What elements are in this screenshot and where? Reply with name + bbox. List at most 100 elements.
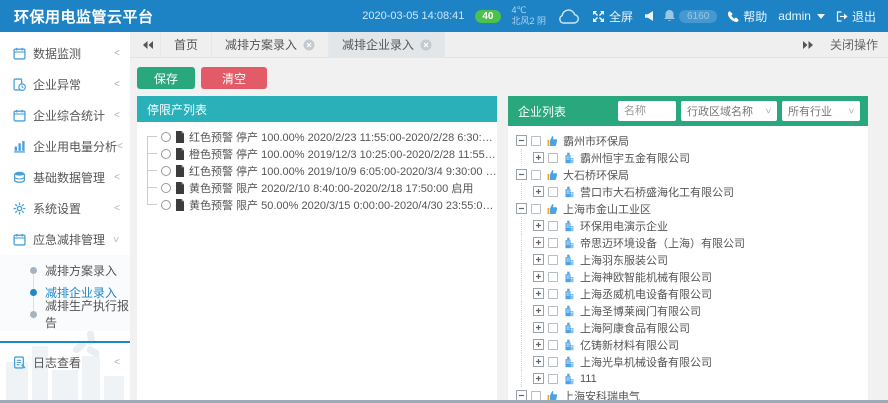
tab[interactable]: 首页: [160, 32, 211, 58]
node-label: 上海神欧智能机械有限公司: [580, 269, 712, 285]
company-tree-row[interactable]: 亿铸新材料有限公司: [508, 336, 868, 353]
checkbox[interactable]: [548, 272, 558, 282]
company-tree-row[interactable]: 上海羽东服装公司: [508, 251, 868, 268]
enterprise-panel-header: 企业列表 行政区域名称 < 所有行业 <: [508, 96, 868, 126]
checkbox[interactable]: [531, 391, 541, 401]
expand-icon[interactable]: [533, 356, 544, 367]
document-icon: [175, 182, 185, 194]
company-tree-row[interactable]: 上海丞威机电设备有限公司: [508, 285, 868, 302]
production-limit-row[interactable]: 红色预警 停产 100.00% 2020/2/23 11:55:00-2020/…: [137, 128, 497, 145]
company-tree-row[interactable]: 上海阿康食品有限公司: [508, 319, 868, 336]
save-button[interactable]: 保存: [137, 67, 195, 89]
sidebar-subitem[interactable]: 减排方案录入: [0, 259, 130, 281]
company-tree-row[interactable]: 环保用电演示企业: [508, 217, 868, 234]
radio-button[interactable]: [161, 166, 171, 176]
tab-label: 减排企业录入: [342, 36, 414, 53]
notification-bell[interactable]: 6160: [664, 10, 717, 23]
row-label: 黄色预警 限产 2020/2/10 8:40:00-2020/2/18 17:5…: [189, 180, 473, 196]
sidebar-item[interactable]: 应急减排管理<: [0, 224, 130, 255]
company-tree-row[interactable]: 营口市大石桥盛海化工有限公司: [508, 183, 868, 200]
chevron-left-icon: <: [114, 79, 120, 90]
collapse-icon[interactable]: [516, 169, 527, 180]
sidebar-item-label: 应急减排管理: [33, 231, 105, 248]
collapse-icon[interactable]: [516, 203, 527, 214]
node-label: 上海光阜机械设备有限公司: [580, 354, 712, 370]
checkbox[interactable]: [548, 153, 558, 163]
expand-icon[interactable]: [533, 271, 544, 282]
tab-close-icon[interactable]: [303, 39, 315, 51]
scroll-tabs-right-button[interactable]: [796, 40, 820, 50]
checkbox[interactable]: [548, 357, 558, 367]
sidebar-item[interactable]: 企业综合统计<: [0, 100, 130, 131]
document-icon: [175, 131, 185, 143]
checkbox[interactable]: [531, 170, 541, 180]
expand-icon[interactable]: [533, 186, 544, 197]
node-label: 霸州恒宇五金有限公司: [580, 150, 690, 166]
scroll-tabs-left-button[interactable]: [136, 40, 160, 50]
sidebar-item[interactable]: 数据监测<: [0, 38, 130, 69]
collapse-icon[interactable]: [516, 135, 527, 146]
checkbox[interactable]: [548, 221, 558, 231]
close-operations-menu[interactable]: 关闭操作: [830, 36, 878, 53]
bell-icon: [664, 10, 675, 22]
checkbox[interactable]: [548, 255, 558, 265]
checkbox[interactable]: [548, 187, 558, 197]
company-tree-row[interactable]: 上海圣博莱阀门有限公司: [508, 302, 868, 319]
company-tree-row[interactable]: 上海光阜机械设备有限公司: [508, 353, 868, 370]
checkbox[interactable]: [548, 340, 558, 350]
user-menu[interactable]: admin: [778, 9, 825, 23]
radio-button[interactable]: [161, 132, 171, 142]
production-limit-row[interactable]: 橙色预警 停产 100.00% 2019/12/3 10:25:00-2020/…: [137, 145, 497, 162]
expand-icon[interactable]: [533, 373, 544, 384]
sidebar-item[interactable]: 系统设置<: [0, 193, 130, 224]
clock: 2020-03-05 14:08:41: [362, 10, 464, 22]
tab-close-icon[interactable]: [420, 39, 432, 51]
expand-icon[interactable]: [533, 152, 544, 163]
tab[interactable]: 减排企业录入: [328, 32, 445, 58]
expand-icon[interactable]: [533, 254, 544, 265]
radio-button[interactable]: [161, 149, 171, 159]
bureau-tree-row[interactable]: 大石桥环保局: [508, 166, 868, 183]
name-search-input[interactable]: [618, 101, 676, 121]
tab[interactable]: 减排方案录入: [211, 32, 328, 58]
expand-icon[interactable]: [533, 220, 544, 231]
checkbox[interactable]: [548, 374, 558, 384]
company-tree-row[interactable]: 霸州恒宇五金有限公司: [508, 149, 868, 166]
industry-select[interactable]: 所有行业 <: [782, 101, 860, 121]
expand-icon[interactable]: [533, 339, 544, 350]
sidebar-item-log-view[interactable]: 日志查看 <: [0, 347, 130, 378]
mute-speaker-icon[interactable]: [644, 11, 653, 21]
production-limit-row[interactable]: 黄色预警 限产 50.00% 2020/3/15 0:00:00-2020/4/…: [137, 196, 497, 213]
expand-icon[interactable]: [533, 305, 544, 316]
production-limit-row[interactable]: 红色预警 停产 100.00% 2019/10/9 6:05:00-2020/3…: [137, 162, 497, 179]
bureau-tree-row[interactable]: 上海市金山工业区: [508, 200, 868, 217]
production-limit-row[interactable]: 黄色预警 限产 2020/2/10 8:40:00-2020/2/18 17:5…: [137, 179, 497, 196]
sidebar-item-label: 企业用电量分析: [33, 138, 117, 155]
sidebar-subitem[interactable]: 减排生产执行报告: [0, 303, 130, 325]
sidebar-item[interactable]: 基础数据管理<: [0, 162, 130, 193]
bureau-tree-row[interactable]: 霸州市环保局: [508, 132, 868, 149]
checkbox[interactable]: [548, 323, 558, 333]
radio-button[interactable]: [161, 183, 171, 193]
company-tree-row[interactable]: 111: [508, 370, 868, 387]
checkbox[interactable]: [548, 306, 558, 316]
weather-desc: 北风2 阴: [512, 16, 547, 27]
radio-button[interactable]: [161, 200, 171, 210]
expand-icon[interactable]: [533, 237, 544, 248]
logout-icon: [836, 11, 848, 22]
company-tree-row[interactable]: 上海神欧智能机械有限公司: [508, 268, 868, 285]
logout-button[interactable]: 退出: [836, 8, 876, 25]
fullscreen-button[interactable]: 全屏: [592, 8, 633, 25]
checkbox[interactable]: [531, 204, 541, 214]
clear-button[interactable]: 清空: [201, 67, 267, 89]
checkbox[interactable]: [548, 289, 558, 299]
region-select[interactable]: 行政区域名称 <: [681, 101, 777, 121]
sidebar-item[interactable]: 企业异常<: [0, 69, 130, 100]
expand-icon[interactable]: [533, 322, 544, 333]
checkbox[interactable]: [548, 238, 558, 248]
checkbox[interactable]: [531, 136, 541, 146]
help-button[interactable]: 帮助: [728, 8, 767, 25]
company-tree-row[interactable]: 帝思迈环境设备（上海）有限公司: [508, 234, 868, 251]
sidebar-item[interactable]: 企业用电量分析<: [0, 131, 130, 162]
expand-icon[interactable]: [533, 288, 544, 299]
